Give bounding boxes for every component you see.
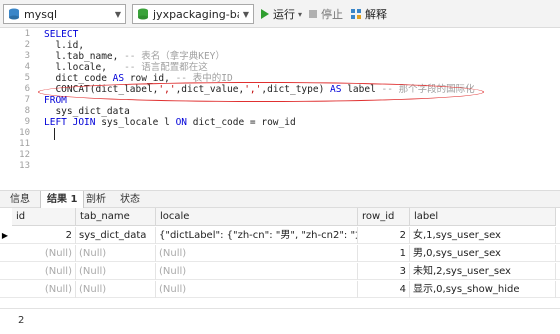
cell-row-id[interactable]: 4 [358, 281, 410, 298]
column-header-id[interactable]: id [12, 208, 76, 226]
table-row[interactable]: (Null) (Null) (Null) 1 男,0,sys_user_sex [0, 245, 560, 262]
column-header-label[interactable]: label [410, 208, 556, 226]
database-select[interactable]: jyxpackaging-base- ▼ [132, 4, 254, 24]
line-number: 8 [24, 106, 30, 116]
sql-token: l.locale, [44, 62, 125, 73]
code-line[interactable]: l.tab_name, -- 表名（拿字典KEY） [44, 51, 225, 62]
highlight-annotation [38, 82, 484, 102]
result-tabs: 信息 结果 1 剖析 状态 [0, 190, 560, 208]
cell-tab-name[interactable]: (Null) [76, 245, 156, 262]
sql-keyword: LEFT JOIN [44, 117, 96, 128]
chevron-down-icon: ▾ [298, 9, 303, 19]
tab-result-1[interactable]: 结果 1 [40, 191, 85, 208]
stop-icon [309, 10, 317, 18]
table-row[interactable]: (Null) (Null) (Null) 3 未知,2,sys_user_sex [0, 263, 560, 280]
cell-label[interactable]: 男,0,sys_user_sex [410, 245, 556, 262]
current-row-indicator-icon: ▶ [1, 231, 9, 240]
run-button[interactable]: 运行 ▾ [260, 5, 302, 23]
cell-locale[interactable]: {"dictLabel": {"zh-cn": "男", "zh-cn2": "… [156, 227, 358, 244]
code-line[interactable]: l.locale, -- 语言配置都在这 [44, 62, 208, 73]
connection-select[interactable]: mysql ▼ [3, 4, 126, 24]
toolbar: mysql ▼ jyxpackaging-base- ▼ 运行 ▾ 停止 解释 [0, 0, 560, 28]
cell-tab-name[interactable]: (Null) [76, 281, 156, 298]
explain-icon [351, 9, 361, 19]
database-label: jyxpackaging-base- [153, 7, 239, 21]
sql-keyword: ON [175, 117, 188, 128]
code-line[interactable]: sys_dict_data [44, 106, 130, 117]
line-number: 13 [19, 161, 30, 171]
code-line[interactable]: LEFT JOIN sys_locale l ON dict_code = ro… [44, 117, 296, 128]
line-number: 9 [24, 117, 30, 127]
sql-keyword: AS [112, 73, 125, 84]
status-count: 2 [18, 315, 25, 326]
sql-comment: -- 表名（拿字典KEY） [124, 51, 225, 62]
line-number: 10 [19, 128, 30, 138]
sql-comment: -- 语言配置都在这 [124, 62, 208, 73]
sql-token: l.tab_name, [44, 51, 125, 62]
line-number: 1 [24, 29, 30, 39]
line-number: 5 [24, 73, 30, 83]
stop-button[interactable]: 停止 [308, 5, 343, 23]
chevron-down-icon: ▼ [114, 9, 122, 19]
column-header-tab-name[interactable]: tab_name [76, 208, 156, 226]
cell-tab-name[interactable]: (Null) [76, 263, 156, 280]
play-icon [261, 9, 269, 19]
line-number-gutter: 1 2 3 4 5 6 7 8 9 10 11 12 13 [0, 28, 40, 190]
cell-id[interactable]: (Null) [12, 245, 76, 262]
run-label: 运行 [273, 8, 295, 21]
line-number: 12 [19, 150, 30, 160]
sql-editor[interactable]: 1 2 3 4 5 6 7 8 9 10 11 12 13 SELECT l.id, l.tab_nam… [0, 28, 560, 190]
explain-label: 解释 [365, 8, 387, 21]
cell-locale[interactable]: (Null) [156, 245, 358, 262]
cell-row-id[interactable]: 3 [358, 263, 410, 280]
cell-row-id[interactable]: 2 [358, 227, 410, 244]
cell-label[interactable]: 显示,0,sys_show_hide [410, 281, 556, 298]
cell-id[interactable]: (Null) [12, 263, 76, 280]
cell-row-id[interactable]: 1 [358, 245, 410, 262]
line-number: 6 [24, 84, 30, 94]
connection-icon [9, 8, 19, 20]
tab-info[interactable]: 信息 [4, 191, 36, 208]
table-row[interactable]: ▶ 2 sys_dict_data {"dictLabel": {"zh-cn"… [0, 227, 560, 244]
sql-token: l.id, [44, 40, 85, 51]
cell-tab-name[interactable]: sys_dict_data [76, 227, 156, 244]
table-row[interactable]: (Null) (Null) (Null) 4 显示,0,sys_show_hid… [0, 281, 560, 298]
cell-id[interactable]: (Null) [12, 281, 76, 298]
line-number: 7 [24, 95, 30, 105]
line-number: 3 [24, 51, 30, 61]
status-bar: 2 [0, 308, 560, 334]
line-number: 11 [19, 139, 30, 149]
column-header-locale[interactable]: locale [156, 208, 358, 226]
sql-token: sys_dict_data [44, 106, 130, 117]
cell-locale[interactable]: (Null) [156, 281, 358, 298]
line-number: 4 [24, 62, 30, 72]
cell-locale[interactable]: (Null) [156, 263, 358, 280]
cell-label[interactable]: 女,1,sys_user_sex [410, 227, 556, 244]
sql-token: dict_code = row_id [187, 117, 296, 128]
database-icon [138, 8, 148, 20]
explain-button[interactable]: 解释 [350, 5, 387, 23]
code-line[interactable]: l.id, [44, 40, 84, 51]
result-grid: id tab_name locale row_id label ▶ 2 sys_… [0, 208, 560, 308]
sql-token: sys_locale l [95, 117, 176, 128]
text-caret [54, 128, 55, 140]
sql-keyword: SELECT [44, 29, 79, 40]
cell-label[interactable]: 未知,2,sys_user_sex [410, 263, 556, 280]
chevron-down-icon: ▼ [242, 9, 250, 19]
code-line[interactable]: SELECT [44, 29, 78, 40]
cell-id[interactable]: 2 [12, 227, 76, 244]
sql-token: dict_code [44, 73, 113, 84]
tab-status[interactable]: 状态 [114, 191, 146, 208]
line-number: 2 [24, 40, 30, 50]
connection-label: mysql [24, 7, 57, 21]
stop-label: 停止 [321, 8, 343, 21]
tab-profile[interactable]: 剖析 [80, 191, 112, 208]
column-header-row-id[interactable]: row_id [358, 208, 410, 226]
